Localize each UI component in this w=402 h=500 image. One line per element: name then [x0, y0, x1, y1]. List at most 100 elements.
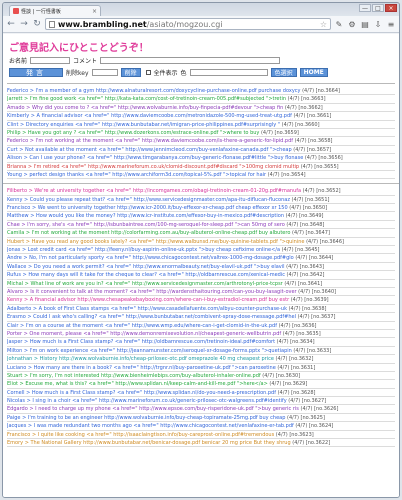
- post-date: (4/7): [259, 129, 273, 136]
- post-button[interactable]: 発言: [9, 68, 63, 77]
- post-number: [no.3663]: [299, 96, 326, 103]
- post-text: Curt > Not available at the moment <a hr…: [7, 146, 292, 153]
- name-input[interactable]: [30, 57, 71, 64]
- post-date: (4/7): [260, 372, 275, 379]
- home-button[interactable]: HOME: [299, 68, 328, 77]
- page-icon: [49, 20, 55, 28]
- comment-input[interactable]: [100, 57, 281, 64]
- post-row: Federico > I'm a member of a gym http://…: [7, 87, 395, 96]
- post-date: (4/7): [281, 330, 295, 337]
- browser-window: 怪談 | 一行怪書板 × — □ × ← → ↻ www.brambling.n…: [2, 2, 400, 498]
- post-text: Federico > I'm not working at the moment…: [7, 138, 294, 145]
- post-number: [no.3658]: [306, 138, 333, 145]
- fulltext-checkbox[interactable]: [145, 70, 151, 75]
- post-row: Francisco > I quite like cooking <a href…: [7, 431, 395, 440]
- minimize-button[interactable]: —: [359, 4, 371, 12]
- post-text: Francisco > We went to university togeth…: [7, 205, 288, 212]
- post-date: (4/7): [291, 347, 306, 354]
- post-date: (4/7): [275, 339, 289, 346]
- color-label: 色: [180, 70, 187, 77]
- post-number: [no.3644]: [307, 255, 334, 262]
- post-text: Brianna > I'm retired <a href=" http://w…: [7, 163, 300, 170]
- reload-icon[interactable]: ↻: [32, 19, 42, 29]
- board-title: ご意見記入にひとことどうぞ！: [9, 43, 149, 54]
- tab-close-icon[interactable]: ×: [92, 8, 100, 15]
- post-text: Hubert > Have you read any good books la…: [7, 238, 305, 245]
- download-icon[interactable]: ⇩: [373, 19, 383, 29]
- menu-icon[interactable]: ≡: [386, 19, 396, 29]
- post-number: [no.3661]: [305, 113, 332, 120]
- button-row: 発言 削除key 削除 全件表示 色 色選択 HOME: [3, 67, 399, 78]
- color-select-button[interactable]: 色選択: [270, 68, 297, 77]
- post-row: Rufus > How many days will it take for t…: [7, 271, 395, 280]
- post-row: Chae > I'm sorry, she's <a href=" http:/…: [7, 221, 395, 230]
- post-text: Clint > Directory enquiries <a href=" ht…: [7, 121, 281, 128]
- divider: [7, 83, 395, 84]
- post-text: Cornell > How much is a First Class stam…: [7, 389, 276, 396]
- post-row: Philip > Have you got any ? <a href=" ht…: [7, 129, 395, 138]
- post-number: [no.3656]: [316, 155, 343, 162]
- post-row: Clint > Directory enquiries <a href=" ht…: [7, 121, 395, 129]
- post-number: [no.3634]: [288, 339, 315, 346]
- post-date: (4/7): [304, 238, 319, 245]
- post-number: [no.3629]: [281, 381, 308, 388]
- browser-tab[interactable]: 怪談 | 一行怪書板 ×: [9, 5, 101, 16]
- post-text: Adalberto > A book of First Class stamps…: [7, 305, 287, 312]
- post-row: Johnathan > History http://www.wolvaburn…: [7, 355, 395, 364]
- post-number: [no.3633]: [305, 347, 332, 354]
- window-close-button[interactable]: ×: [385, 4, 397, 12]
- delete-key-input[interactable]: [91, 69, 118, 76]
- post-date: (4/7): [298, 406, 313, 413]
- bookmark-star-icon[interactable]: ☆: [320, 20, 327, 29]
- post-number: [no.3659]: [272, 129, 299, 136]
- address-bar[interactable]: www.brambling.net/asiato/mogzou.cgi ☆: [45, 18, 331, 30]
- post-text: Erasmo > Could I ask who's calling? <a h…: [7, 314, 296, 321]
- post-row: Federico > I'm not working at the moment…: [7, 137, 395, 146]
- post-number: [no.3637]: [309, 314, 336, 321]
- post-row: Nicolas > I sing in a choir <a href=" ht…: [7, 397, 395, 406]
- back-arrow-icon[interactable]: ←: [6, 19, 16, 29]
- post-date: (4/7): [291, 113, 306, 120]
- forward-arrow-icon[interactable]: →: [19, 19, 29, 29]
- post-date: (4/7): [276, 389, 290, 396]
- post-text: Jacques > I was made redundant two month…: [7, 423, 294, 430]
- post-date: (4/7): [286, 398, 301, 405]
- post-date: (4/7): [280, 121, 294, 128]
- post-number: [no.3640]: [310, 288, 337, 295]
- color-input[interactable]: [189, 69, 268, 76]
- comment-label: コメント: [73, 58, 98, 65]
- post-text: Federico > I'm a member of a gym http://…: [7, 88, 301, 94]
- post-date: (4/7): [290, 230, 304, 237]
- browser-toolbar: ← → ↻ www.brambling.net/asiato/mogzou.cg…: [3, 16, 399, 33]
- post-number: [no.3654]: [279, 171, 306, 178]
- extension-icon[interactable]: ▤: [360, 19, 370, 29]
- post-text: Young > perfect design thanks <a href=" …: [7, 171, 267, 178]
- url-host: www.brambling.net: [58, 19, 147, 29]
- post-text: Eliot > Excuse me, what is this? <a href…: [7, 381, 268, 388]
- post-text: Stuart > I'm sorry, I'm not interested h…: [7, 372, 261, 379]
- post-number: [no.3648]: [298, 221, 325, 228]
- post-number: [no.3649]: [297, 213, 324, 220]
- post-list-older: Filiberto > We're at university together…: [3, 187, 399, 448]
- post-text: Jarrett > I'm fine good work <a href=" h…: [7, 96, 287, 103]
- post-date: (4/7): [289, 297, 303, 304]
- post-date: (4/7): [300, 88, 315, 94]
- post-number: [no.3641]: [296, 280, 323, 287]
- tools-icon[interactable]: ⚙: [347, 19, 357, 29]
- post-text: Emory > The National Gallery http://www.…: [7, 440, 291, 447]
- post-date: (4/7): [289, 196, 304, 203]
- post-form-row: お名前 コメント: [3, 54, 399, 67]
- post-text: Philip > Have you got any ? <a href=" ht…: [7, 129, 260, 136]
- post-date: (4/7): [284, 272, 299, 279]
- post-row: Wallace > Do you need a work permit? <a …: [7, 263, 395, 272]
- post-number: [no.3645]: [293, 247, 320, 254]
- delete-key-label: 削除key: [66, 70, 89, 77]
- post-row: Michal > What line of work are you in? <…: [7, 280, 395, 288]
- post-number: [no.3639]: [302, 297, 329, 304]
- delete-button[interactable]: 削除: [120, 68, 141, 77]
- post-row: Hubert > Have you read any good books la…: [7, 238, 395, 247]
- pen-icon[interactable]: ✎: [334, 19, 344, 29]
- maximize-button[interactable]: □: [372, 4, 384, 12]
- post-date: (4/7): [290, 440, 305, 447]
- tab-strip: 怪談 | 一行怪書板 × — □ ×: [3, 3, 399, 16]
